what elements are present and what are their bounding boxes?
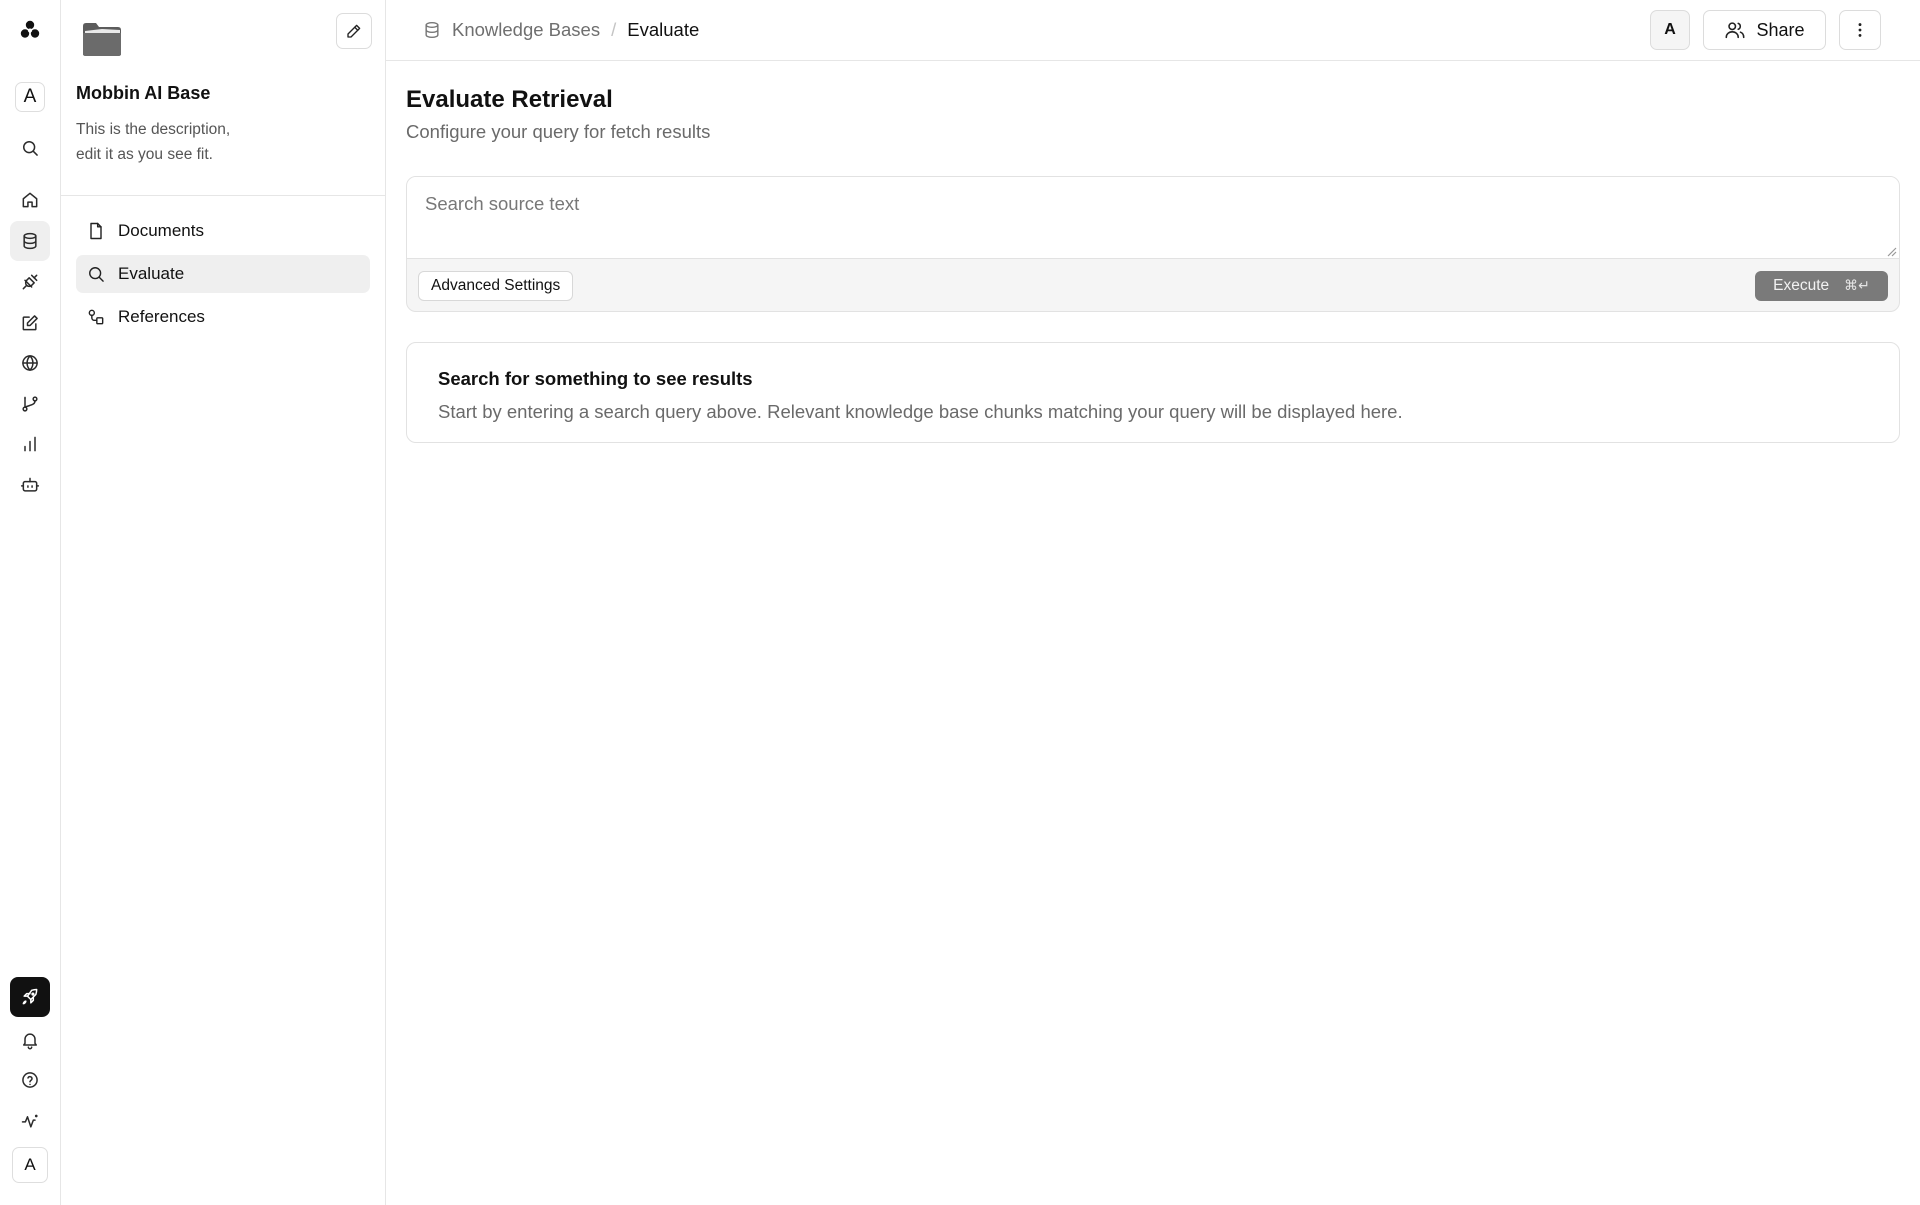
help-circle-icon[interactable] — [10, 1060, 50, 1100]
empty-state-title: Search for something to see results — [438, 368, 753, 389]
nav-item-documents[interactable]: Documents — [76, 212, 370, 250]
main-content: Evaluate Retrieval Configure your query … — [386, 61, 1920, 1205]
bot-icon[interactable] — [10, 465, 50, 505]
folder-icon — [83, 23, 121, 56]
users-icon — [1725, 22, 1745, 39]
knowledge-base-description: This is the description, edit it as you … — [76, 117, 316, 167]
empty-state-description: Start by entering a search query above. … — [438, 401, 1403, 422]
activity-icon[interactable] — [10, 1101, 50, 1141]
git-branch-icon[interactable] — [10, 384, 50, 424]
database-icon[interactable] — [10, 221, 50, 261]
plug-icon[interactable] — [10, 262, 50, 302]
share-button[interactable]: Share — [1703, 10, 1826, 50]
globe-icon[interactable] — [10, 343, 50, 383]
nav-item-label: Documents — [118, 221, 204, 240]
edit-square-icon[interactable] — [10, 303, 50, 343]
user-menu[interactable]: A — [10, 1145, 50, 1185]
collaborator-avatar[interactable]: A — [1650, 10, 1690, 50]
execute-shortcut: ⌘↵ — [1844, 278, 1870, 294]
nav-item-references[interactable]: References — [76, 298, 370, 336]
top-bar: Knowledge Bases / Evaluate A Share — [386, 0, 1920, 61]
page-title: Evaluate Retrieval — [406, 86, 613, 113]
breadcrumb-current: Evaluate — [627, 19, 700, 40]
bar-chart-icon[interactable] — [10, 424, 50, 464]
divider — [61, 195, 386, 196]
more-vertical-icon — [1858, 23, 1862, 37]
edit-knowledge-base-button[interactable] — [336, 13, 372, 49]
nav-item-label: Evaluate — [118, 264, 185, 283]
nav-item-label: References — [118, 307, 205, 326]
advanced-settings-button[interactable]: Advanced Settings — [418, 271, 574, 301]
knowledge-base-title: Mobbin AI Base — [76, 83, 211, 103]
references-icon — [88, 309, 104, 325]
workspace-switcher[interactable]: A — [10, 77, 50, 117]
execute-button[interactable]: Execute ⌘↵ — [1755, 271, 1888, 301]
knowledge-base-sidebar: Mobbin AI Base This is the description, … — [61, 0, 386, 1205]
breadcrumb-separator: / — [611, 19, 617, 40]
share-label: Share — [1756, 19, 1805, 40]
bell-icon[interactable] — [10, 1020, 50, 1060]
pencil-icon — [347, 24, 361, 38]
more-options-button[interactable] — [1839, 10, 1881, 50]
results-empty-state: Search for something to see results Star… — [406, 342, 1900, 443]
nav-item-evaluate[interactable]: Evaluate — [76, 255, 370, 293]
search-icon[interactable] — [10, 128, 50, 168]
rocket-icon[interactable] — [10, 977, 50, 1017]
description-line-2: edit it as you see fit. — [76, 146, 213, 163]
execute-label: Execute — [1773, 277, 1830, 294]
user-avatar: A — [12, 1147, 48, 1183]
icon-rail: A A — [0, 0, 61, 1205]
query-panel: Advanced Settings Execute ⌘↵ — [406, 176, 1900, 312]
home-icon[interactable] — [10, 180, 50, 220]
workspace-avatar: A — [15, 82, 45, 112]
resize-handle-icon[interactable] — [1885, 245, 1897, 257]
file-icon — [90, 222, 102, 240]
description-line-1: This is the description, — [76, 121, 231, 138]
search-query-input[interactable] — [407, 177, 1899, 259]
breadcrumb: Knowledge Bases / Evaluate — [422, 0, 699, 60]
page-subtitle: Configure your query for fetch results — [406, 121, 711, 142]
app-logo-icon[interactable] — [10, 10, 50, 50]
search-icon — [89, 267, 104, 282]
breadcrumb-knowledge-bases[interactable]: Knowledge Bases — [452, 19, 600, 41]
database-icon — [425, 21, 439, 39]
